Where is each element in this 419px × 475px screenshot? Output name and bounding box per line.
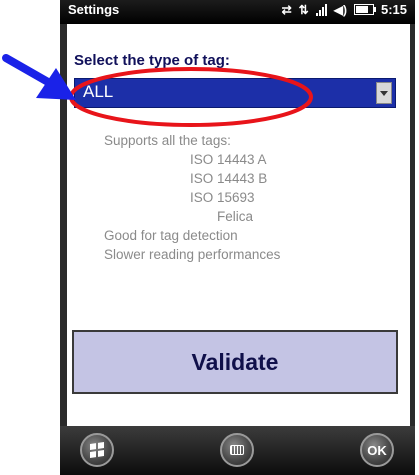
windows-start-icon bbox=[90, 442, 104, 458]
description-line: ISO 14443 B bbox=[190, 171, 268, 186]
description-line: Felica bbox=[217, 209, 254, 224]
red-highlight-ellipse bbox=[69, 67, 313, 127]
sync-icon: ⇅ bbox=[298, 2, 309, 17]
description-line: ISO 15693 bbox=[190, 190, 255, 205]
blue-pointer-arrow bbox=[2, 54, 76, 100]
device-right-edge bbox=[410, 0, 415, 475]
start-button[interactable] bbox=[80, 433, 114, 467]
volume-icon: ◀) bbox=[333, 2, 347, 17]
validate-button[interactable]: Validate bbox=[72, 330, 398, 394]
keyboard-icon bbox=[230, 445, 244, 455]
connection-icon: ⇄ bbox=[281, 2, 292, 17]
description-line: Supports all the tags: bbox=[104, 133, 231, 148]
ok-button[interactable]: OK bbox=[360, 433, 394, 467]
battery-icon bbox=[353, 4, 376, 15]
keyboard-button[interactable] bbox=[220, 433, 254, 467]
status-bar: Settings ⇄ ⇅ ◀) 5:15 bbox=[60, 0, 415, 24]
bottom-softkey-bar: OK bbox=[60, 426, 415, 475]
dropdown-arrow-icon[interactable] bbox=[376, 82, 392, 104]
status-icons: ⇄ ⇅ ◀) 5:15 bbox=[282, 2, 407, 17]
status-title: Settings bbox=[68, 2, 120, 17]
signal-icon bbox=[315, 3, 327, 16]
description-line: Good for tag detection bbox=[104, 228, 238, 243]
status-time: 5:15 bbox=[380, 2, 407, 17]
description-line: Slower reading performances bbox=[104, 247, 281, 262]
description-line: ISO 14443 A bbox=[190, 152, 267, 167]
